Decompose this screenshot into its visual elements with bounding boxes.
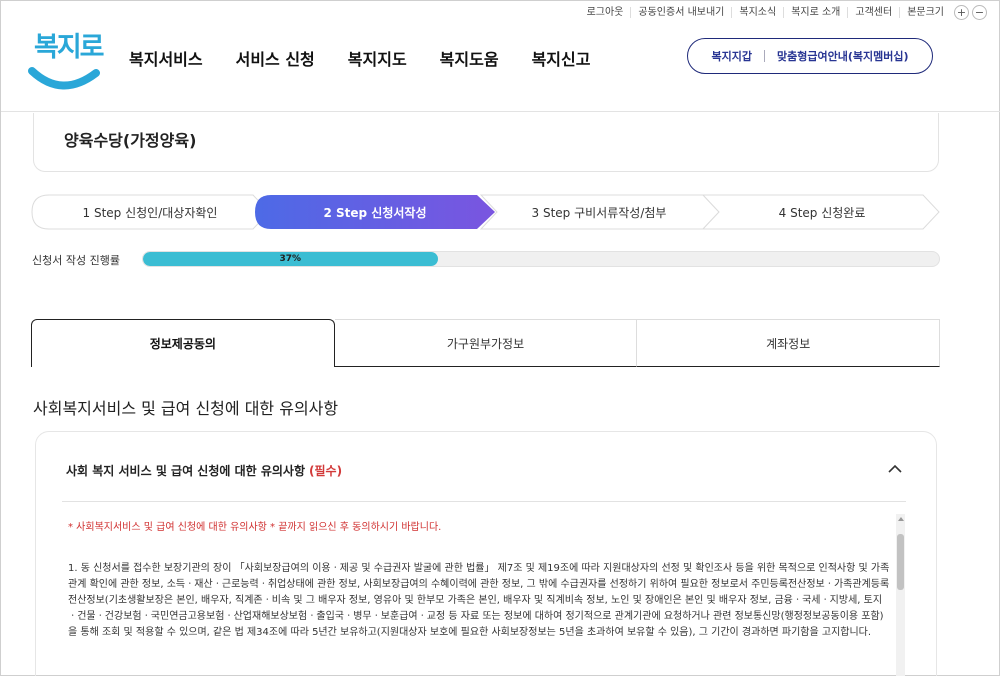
about-bokjiro-link[interactable]: 복지로 소개 <box>783 6 847 18</box>
site-header: 복지로 복지서비스 서비스 신청 복지지도 복지도움 복지신고 복지지갑 맞춤형… <box>1 23 1000 112</box>
logout-link[interactable]: 로그아웃 <box>580 7 631 18</box>
logo-text: 복지로 <box>34 32 105 63</box>
step-2-active: 2 Step 신청서작성 <box>323 205 427 220</box>
section-title: 사회복지서비스 및 급여 신청에 대한 유의사항 <box>33 399 339 418</box>
nav-welfare-help[interactable]: 복지도움 <box>440 46 499 70</box>
zoom-in-button[interactable]: + <box>954 4 969 20</box>
progress-label: 신청서 작성 진행률 <box>32 254 120 267</box>
tab-info-consent[interactable]: 정보제공동의 <box>31 319 335 367</box>
nav-welfare-map[interactable]: 복지지도 <box>348 46 407 70</box>
notice-box: 사회 복지 서비스 및 급여 신청에 대한 유의사항 (필수) * 사회복지서비스… <box>35 431 937 676</box>
notice-scrollbar[interactable] <box>896 514 905 676</box>
step-3: 3 Step 구비서류작성/첨부 <box>531 205 667 220</box>
scrollbar-thumb[interactable] <box>897 534 904 590</box>
nav-service-apply[interactable]: 서비스 신청 <box>236 46 315 70</box>
scroll-up-arrow-icon[interactable] <box>898 517 904 521</box>
step-1: 1 Step 신청인/대상자확인 <box>82 205 218 220</box>
step-indicator: 1 Step 신청인/대상자확인 2 Step 신청서작성 3 Step 구비서… <box>31 194 941 230</box>
customer-center-link[interactable]: 고객센터 <box>847 6 899 18</box>
zoom-out-button[interactable]: − <box>972 4 987 20</box>
welfare-wallet-link[interactable]: 복지지갑 <box>712 48 752 64</box>
required-badge: (필수) <box>309 464 343 478</box>
welfare-news-link[interactable]: 복지소식 <box>731 6 783 18</box>
main-nav: 복지서비스 서비스 신청 복지지도 복지도움 복지신고 <box>129 23 590 93</box>
notice-warning: * 사회복지서비스 및 급여 신청에 대한 유의사항 * 끝까지 읽으신 후 동… <box>68 522 442 533</box>
notice-body: 1. 동 신청서를 접수한 보장기관의 장이 「사회보장급여의 이용ㆍ제공 및 … <box>68 563 890 638</box>
utility-bar: 로그아웃 공동인증서 내보내기 복지소식 복지로 소개 고객센터 본문크기 + … <box>580 1 999 23</box>
header-pill: 복지지갑 맞춤형급여안내(복지멤버십) <box>687 38 933 74</box>
progress-value: 37% <box>279 254 302 264</box>
program-title: 양육수당(가정양육) <box>64 131 197 150</box>
logo-smile-icon <box>28 67 100 90</box>
accordion-title: 사회 복지 서비스 및 급여 신청에 대한 유의사항 <box>66 464 306 478</box>
step-4: 4 Step 신청완료 <box>778 205 866 220</box>
progress-bar: 37% <box>142 251 940 267</box>
accordion-header[interactable]: 사회 복지 서비스 및 급여 신청에 대한 유의사항 (필수) <box>66 462 342 479</box>
chevron-up-icon[interactable] <box>888 464 902 473</box>
tab-household-info[interactable]: 가구원부가정보 <box>334 319 638 367</box>
pill-divider <box>763 50 765 62</box>
text-size-label: 본문크기 <box>899 6 951 18</box>
accordion-divider <box>62 501 906 502</box>
form-tabs: 정보제공동의 가구원부가정보 계좌정보 <box>31 319 941 367</box>
notice-scroll-area[interactable]: * 사회복지서비스 및 급여 신청에 대한 유의사항 * 끝까지 읽으신 후 동… <box>62 514 906 676</box>
export-certificate-link[interactable]: 공동인증서 내보내기 <box>630 6 731 18</box>
membership-link[interactable]: 맞춤형급여안내(복지멤버십) <box>777 48 909 64</box>
nav-welfare-services[interactable]: 복지서비스 <box>129 46 203 70</box>
nav-welfare-report[interactable]: 복지신고 <box>532 46 591 70</box>
bokjiro-logo[interactable]: 복지로 <box>28 31 105 103</box>
tab-account-info[interactable]: 계좌정보 <box>637 319 941 367</box>
program-card: 양육수당(가정양육) <box>33 113 939 172</box>
